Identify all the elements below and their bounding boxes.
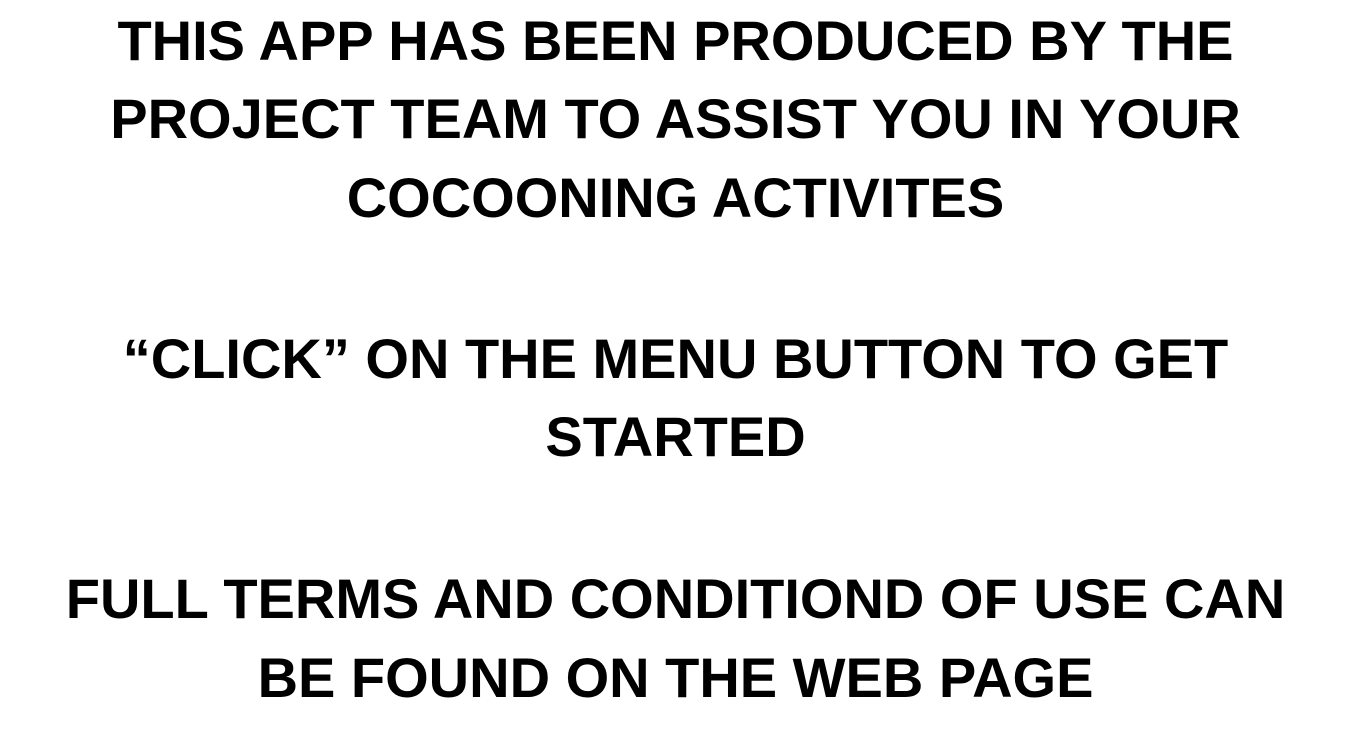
terms-text-line-1: FULL TERMS AND CONDITIOND OF USE CAN (65, 567, 1286, 630)
terms-text-line-2: BE FOUND ON THE WEB PAGE (257, 646, 1094, 709)
intro-text-line-1: THIS APP HAS BEEN PRODUCED BY THE (117, 9, 1234, 72)
welcome-screen: THIS APP HAS BEEN PRODUCED BY THE PROJEC… (0, 0, 1351, 749)
instruction-text-line-1: “CLICK” ON THE MENU BUTTON TO GET (122, 327, 1229, 390)
intro-text-line-3: COCOONING ACTIVITES (346, 166, 1005, 229)
intro-text-line-2: PROJECT TEAM TO ASSIST YOU IN YOUR (110, 87, 1241, 150)
instruction-text-line-2: STARTED (545, 405, 806, 468)
